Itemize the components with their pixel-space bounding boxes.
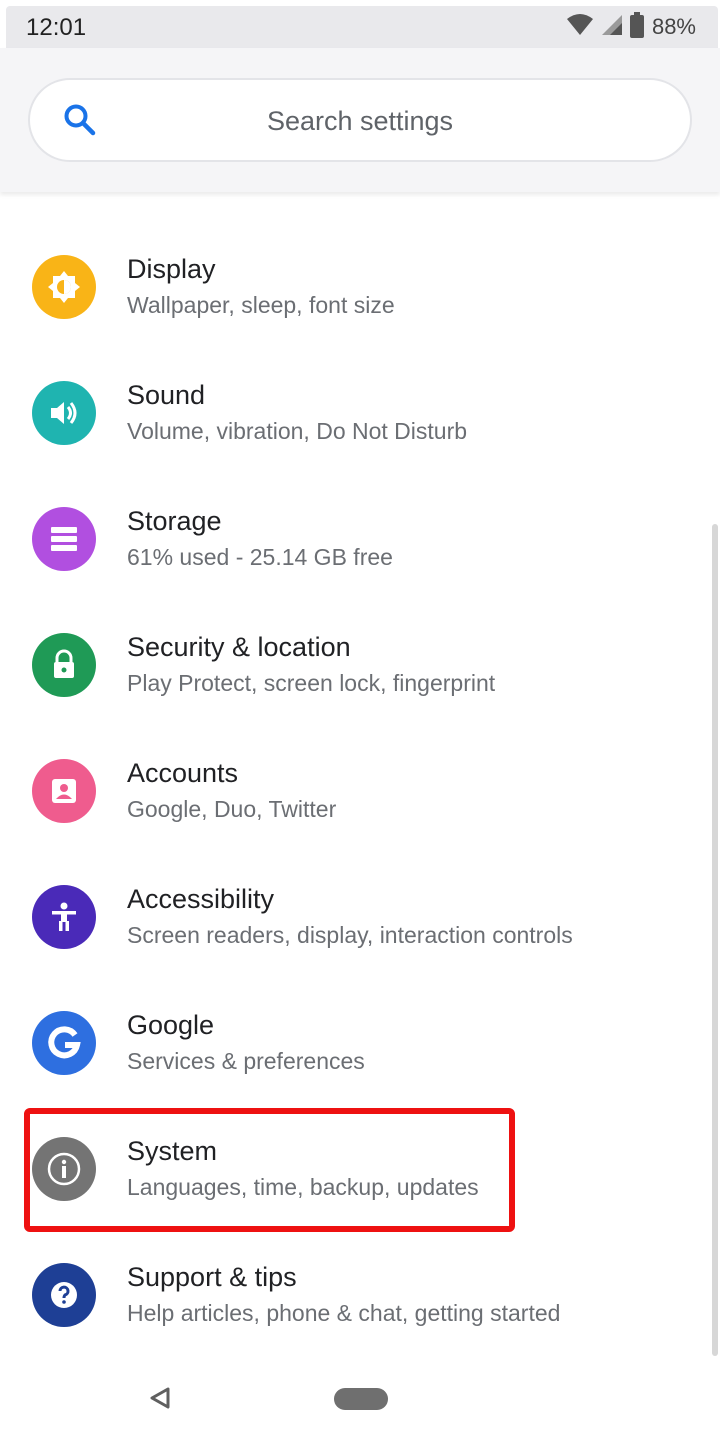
settings-item-security[interactable]: Security & location Play Protect, screen… <box>0 602 720 728</box>
settings-item-title: Storage <box>127 506 222 536</box>
navigation-bar <box>0 1358 720 1440</box>
settings-item-accessibility[interactable]: Accessibility Screen readers, display, i… <box>0 854 720 980</box>
battery-icon <box>629 11 644 43</box>
search-placeholder[interactable]: Search settings <box>30 106 690 137</box>
settings-item-subtitle: Screen readers, display, interaction con… <box>127 922 573 948</box>
back-triangle-icon[interactable] <box>148 1386 172 1415</box>
settings-item-subtitle: Help articles, phone & chat, getting sta… <box>127 1300 561 1326</box>
accessibility-icon <box>32 885 96 949</box>
settings-item-title: Google <box>127 1010 215 1040</box>
settings-item-title: Accessibility <box>127 884 275 914</box>
google-icon <box>32 1011 96 1075</box>
settings-item-sound[interactable]: Sound Volume, vibration, Do Not Disturb <box>0 350 720 476</box>
settings-item-accounts[interactable]: Accounts Google, Duo, Twitter <box>0 728 720 854</box>
settings-item-subtitle: 61% used - 25.14 GB free <box>127 544 393 570</box>
cell-signal-icon <box>600 13 624 42</box>
info-icon <box>32 1137 96 1201</box>
storage-icon <box>32 507 96 571</box>
settings-item-storage[interactable]: Storage 61% used - 25.14 GB free <box>0 476 720 602</box>
search-header: Search settings <box>0 48 720 192</box>
settings-item-title: Display <box>127 254 216 284</box>
settings-item-subtitle: Languages, time, backup, updates <box>127 1174 479 1200</box>
settings-item-title: Security & location <box>127 632 351 662</box>
account-icon <box>32 759 96 823</box>
settings-item-google[interactable]: Google Services & preferences <box>0 980 720 1106</box>
volume-icon <box>32 381 96 445</box>
settings-item-title: System <box>127 1136 218 1166</box>
brightness-icon <box>32 255 96 319</box>
settings-list: Display Wallpaper, sleep, font size Soun… <box>0 224 720 1358</box>
settings-item-subtitle: Play Protect, screen lock, fingerprint <box>127 670 496 696</box>
settings-item-title: Sound <box>127 380 206 410</box>
settings-item-system[interactable]: System Languages, time, backup, updates <box>0 1106 720 1232</box>
help-icon <box>32 1263 96 1327</box>
home-pill-icon[interactable] <box>334 1388 388 1410</box>
settings-item-subtitle: Wallpaper, sleep, font size <box>127 292 395 318</box>
battery-percent: 88% <box>651 14 696 39</box>
status-bar: 12:01 88% <box>6 6 718 48</box>
lock-icon <box>32 633 96 697</box>
settings-item-display[interactable]: Display Wallpaper, sleep, font size <box>0 224 720 350</box>
settings-item-support[interactable]: Support & tips Help articles, phone & ch… <box>0 1232 720 1358</box>
settings-item-subtitle: Services & preferences <box>127 1048 365 1074</box>
status-time: 12:01 <box>26 14 87 41</box>
status-icons: 88% <box>566 11 696 43</box>
search-bar[interactable]: Search settings <box>28 78 692 162</box>
settings-item-title: Support & tips <box>127 1262 297 1292</box>
settings-item-title: Accounts <box>127 758 239 788</box>
settings-item-subtitle: Volume, vibration, Do Not Disturb <box>127 418 468 444</box>
settings-item-subtitle: Google, Duo, Twitter <box>127 796 337 822</box>
wifi-icon <box>566 13 594 42</box>
